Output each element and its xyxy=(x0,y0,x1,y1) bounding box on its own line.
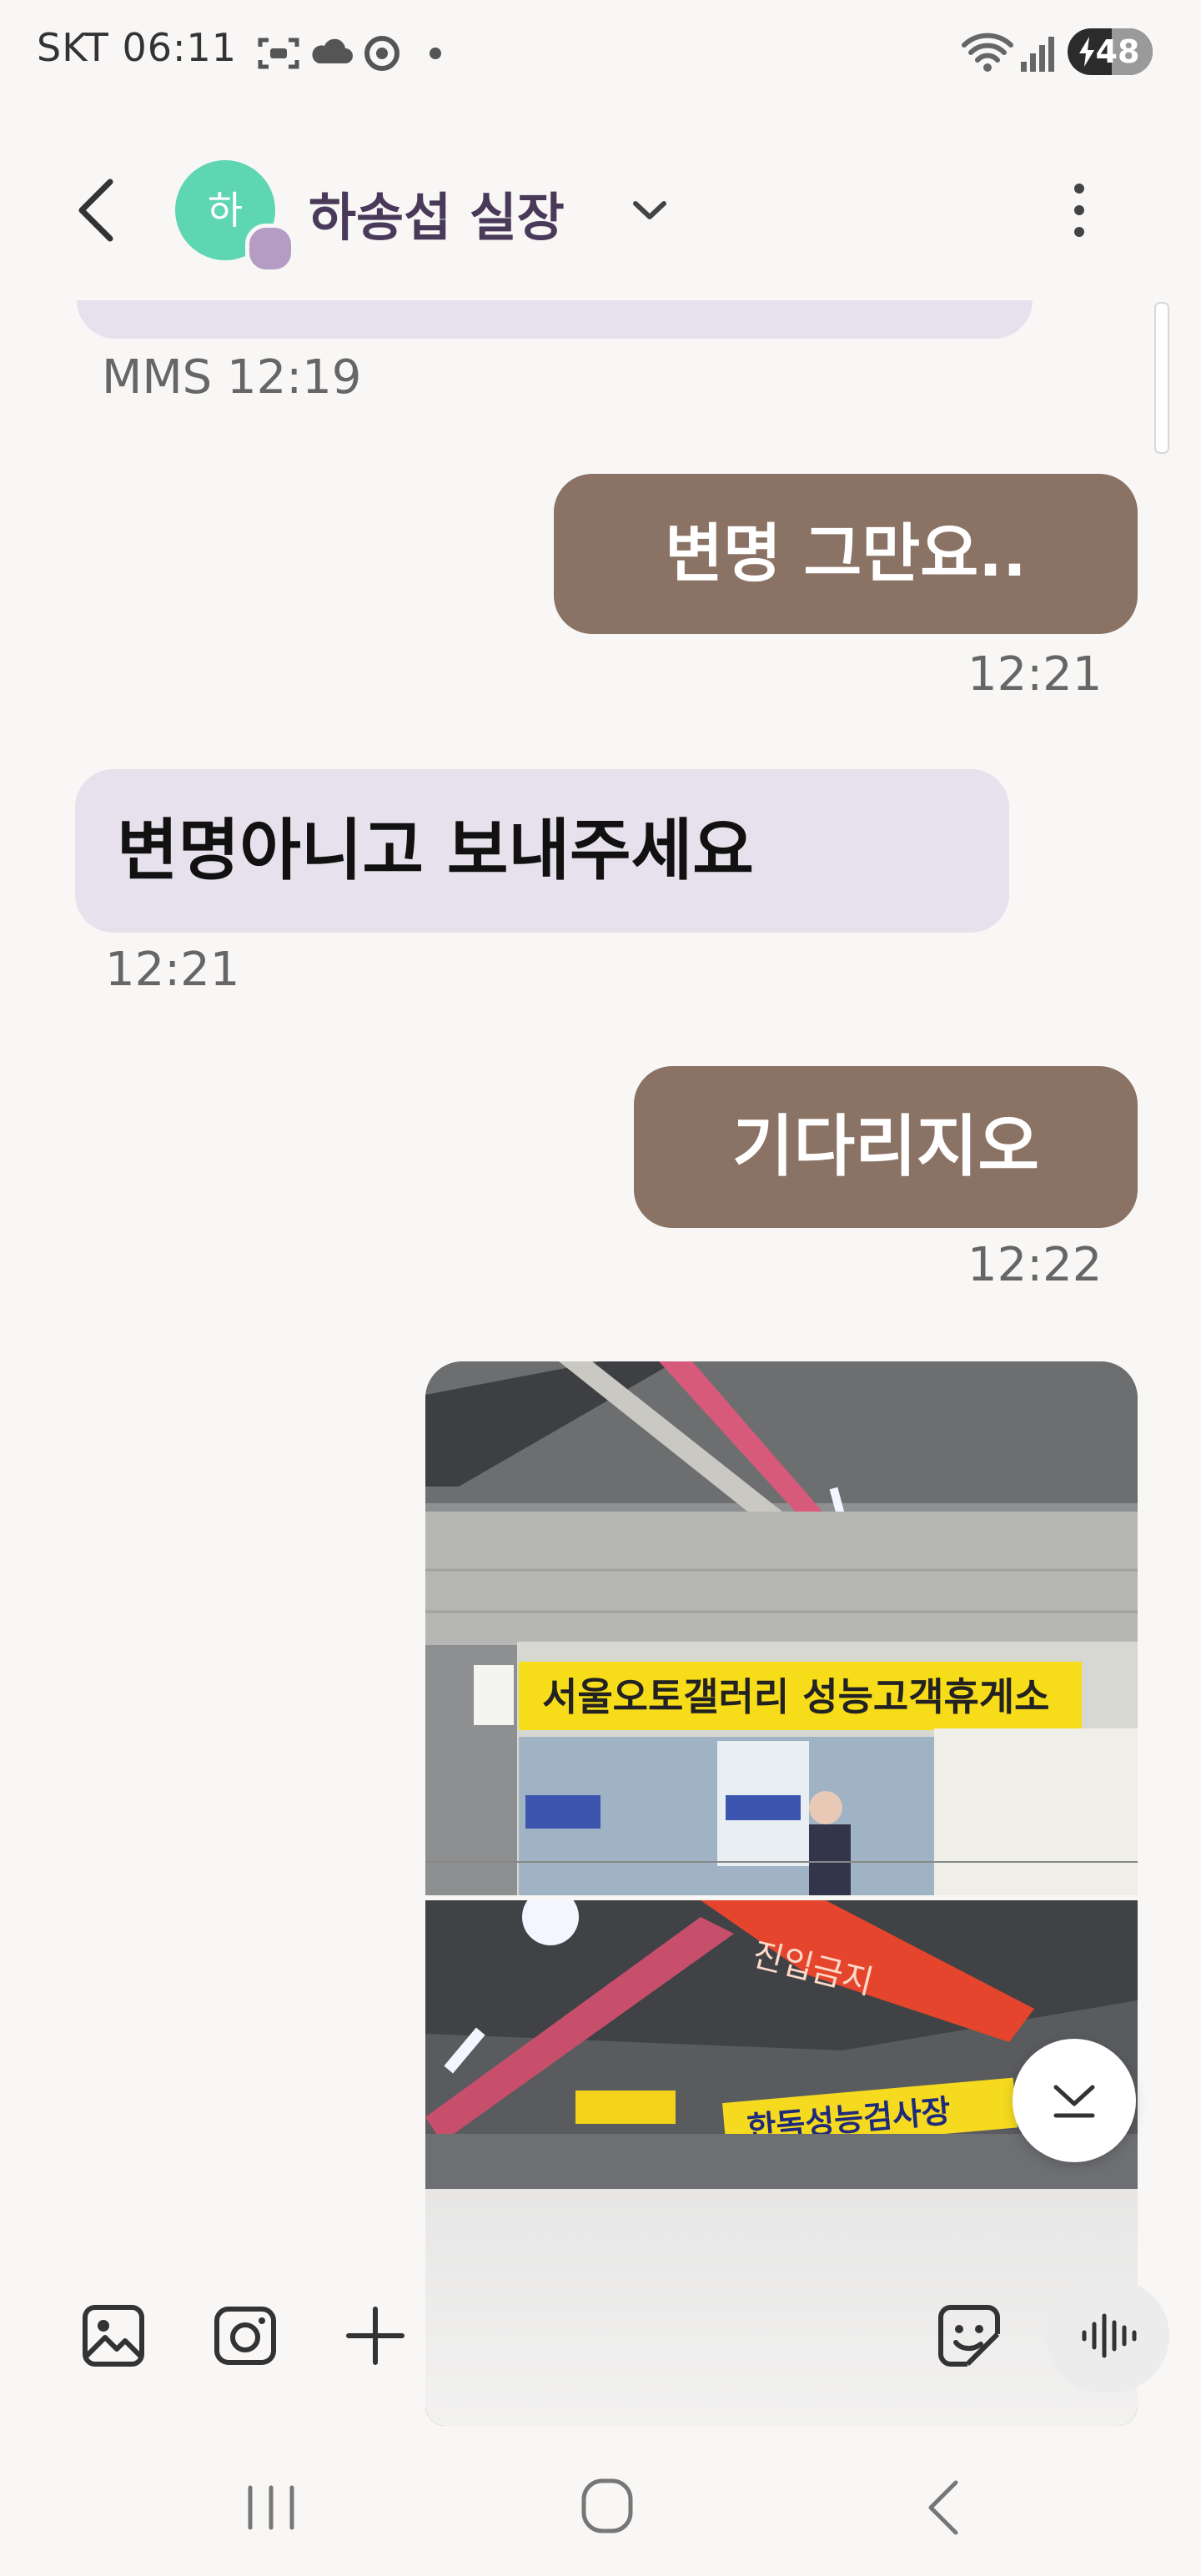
camera-icon[interactable] xyxy=(205,2296,285,2376)
signal-icon xyxy=(1021,37,1054,72)
outgoing-message[interactable]: 변명 그만요.. xyxy=(554,474,1138,634)
incoming-message[interactable]: 변명아니고 보내주세요 xyxy=(75,769,1009,933)
wifi-icon xyxy=(962,33,1013,72)
voice-record-icon xyxy=(1082,2313,1137,2358)
message-time: 12:22 xyxy=(967,1238,1103,1292)
screenshot-icon xyxy=(258,38,299,69)
mms-bubble[interactable] xyxy=(77,300,1033,339)
outgoing-message[interactable]: 기다리지오 xyxy=(634,1066,1138,1228)
cloud-icon xyxy=(312,38,353,63)
back-arrow-icon[interactable] xyxy=(73,177,120,244)
contact-name[interactable]: 하송섭 실장 xyxy=(309,175,565,250)
voice-record-button[interactable] xyxy=(1046,2279,1169,2392)
store-sign-text: 서울오토갤러리 성능고객휴게소 xyxy=(542,1674,1050,1719)
chrome-icon xyxy=(364,36,399,71)
battery-icon: 48 xyxy=(1068,28,1153,75)
scrollbar[interactable] xyxy=(1154,302,1169,454)
scroll-to-bottom-button[interactable] xyxy=(1013,2039,1136,2162)
plus-icon[interactable] xyxy=(335,2296,415,2376)
emoji-sticker-icon[interactable] xyxy=(929,2296,1009,2376)
composer-bar xyxy=(0,2269,1201,2402)
image-attachment-group[interactable]: 서울오토갤러리 성능고객휴게소 진입금지 한독성능검사장 xyxy=(425,1361,1138,2426)
chat-badge-icon xyxy=(245,224,295,274)
more-vertical-icon[interactable] xyxy=(1069,180,1089,240)
recent-apps-icon[interactable] xyxy=(242,2483,300,2533)
message-time: 12:21 xyxy=(105,943,240,997)
status-bar: SKT 06:11 48 xyxy=(0,0,1201,108)
message-time: MMS 12:19 xyxy=(102,350,362,405)
photo-attachment[interactable]: 서울오토갤러리 성능고객휴게소 xyxy=(425,1361,1138,1895)
dot-icon xyxy=(430,48,441,59)
gallery-icon[interactable] xyxy=(73,2296,153,2376)
back-icon[interactable] xyxy=(922,2476,964,2539)
chevron-down-icon[interactable] xyxy=(632,199,667,222)
home-icon[interactable] xyxy=(577,2474,637,2538)
battery-level: 48 xyxy=(1095,33,1140,70)
status-time: SKT 06:11 xyxy=(37,25,238,70)
chevron-down-line-icon xyxy=(1053,2085,1095,2118)
message-time: 12:21 xyxy=(967,647,1103,702)
